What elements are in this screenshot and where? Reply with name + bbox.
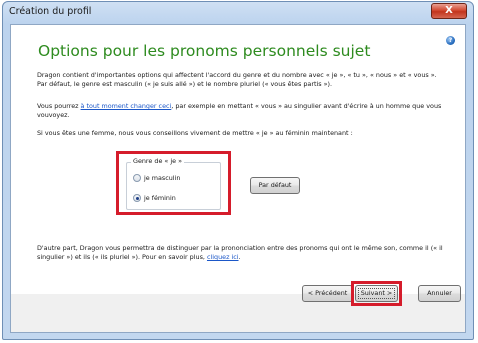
next-button[interactable]: Suivant > — [355, 285, 398, 302]
close-icon: X — [445, 5, 453, 16]
focus-ring — [358, 288, 395, 299]
radio-label-feminin: je féminin — [144, 194, 176, 202]
female-advice-text: Si vous êtes une femme, nous vous consei… — [37, 129, 353, 137]
gender-group-label: Genre de « je » — [131, 157, 184, 165]
cancel-button[interactable]: Annuler — [418, 285, 461, 302]
radio-unchecked-icon[interactable] — [133, 174, 141, 182]
profile-creation-window: Création du profil X ? Options pour les … — [2, 1, 474, 340]
radio-label-masculin: je masculin — [144, 174, 181, 182]
previous-button[interactable]: < Précédent — [302, 285, 353, 302]
content-panel: ? Options pour les pronoms personnels su… — [11, 25, 465, 294]
radio-checked-icon[interactable] — [133, 194, 141, 202]
learn-more-link[interactable]: cliquez ici — [207, 253, 239, 261]
title-bar[interactable]: Création du profil X — [3, 2, 473, 24]
help-icon[interactable]: ? — [446, 36, 455, 45]
footer-text: D'autre part, Dragon vous permettra de d… — [37, 244, 447, 262]
footer-text-suffix: . — [238, 253, 241, 261]
page-title: Options pour les pronoms personnels suje… — [38, 42, 371, 60]
change-text-prefix: Vous pourrez — [37, 102, 81, 110]
window-title: Création du profil — [9, 6, 92, 17]
change-settings-link[interactable]: à tout moment changer ceci — [81, 102, 172, 110]
intro-text: Dragon contient d'importantes options qu… — [37, 71, 437, 88]
default-button[interactable]: Par défaut — [250, 177, 300, 194]
close-button[interactable]: X — [431, 3, 467, 19]
change-text: Vous pourrez à tout moment changer ceci,… — [37, 102, 447, 120]
